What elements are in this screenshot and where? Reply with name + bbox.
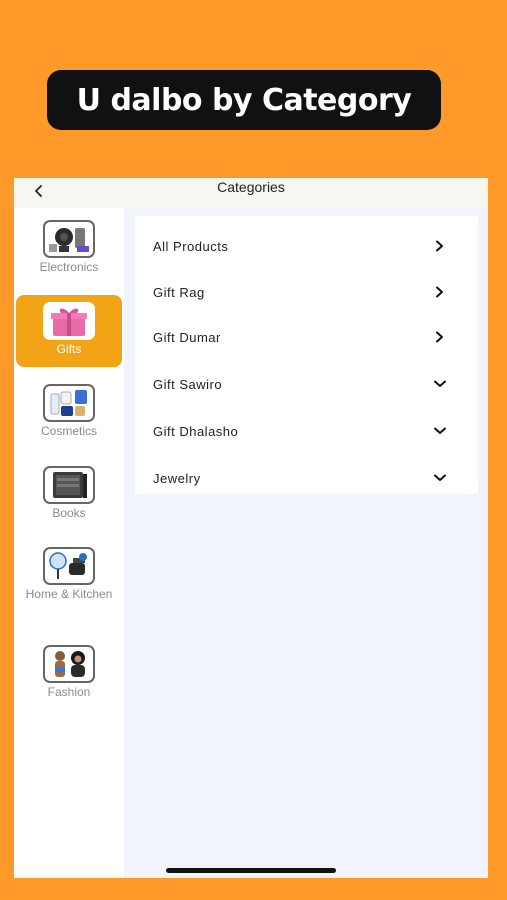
chevron-right-icon [432, 284, 448, 300]
list-item-label: Gift Dhalasho [153, 423, 239, 439]
fashion-icon [43, 645, 95, 683]
sidebar-item-label: Cosmetics [40, 424, 97, 438]
gift-box-icon [43, 302, 95, 340]
chevron-down-icon [432, 376, 448, 392]
list-item-label: Gift Rag [153, 284, 205, 300]
list-item-label: Jewelry [153, 470, 201, 486]
books-icon [43, 466, 95, 504]
sidebar-item-label: Gifts [56, 342, 82, 356]
banner-title: U dalbo by Category [76, 82, 412, 118]
list-item-label: Gift Sawiro [153, 376, 223, 392]
sidebar-item-fashion[interactable]: Fashion [16, 645, 122, 700]
list-item-gift-sawiro[interactable]: Gift Sawiro [135, 369, 478, 399]
category-sidebar: Electronics Gifts Cosmetics Books Home &… [14, 208, 124, 878]
list-item-gift-dhalasho[interactable]: Gift Dhalasho [135, 416, 478, 446]
sidebar-item-home-kitchen[interactable]: Home & Kitchen [16, 547, 122, 602]
list-item-label: Gift Dumar [153, 329, 221, 345]
chevron-down-icon [432, 423, 448, 439]
sidebar-item-cosmetics[interactable]: Cosmetics [16, 384, 122, 439]
title-banner: U dalbo by Category [47, 70, 441, 130]
list-item-jewelry[interactable]: Jewelry [135, 463, 478, 493]
app-screen: Categories Electronics Gifts Cosmetics B… [14, 178, 488, 878]
sidebar-item-label: Electronics [39, 260, 99, 274]
home-kitchen-icon [43, 547, 95, 585]
subcategory-list: All Products Gift Rag Gift Dumar Gift Sa… [135, 216, 478, 494]
sidebar-item-electronics[interactable]: Electronics [16, 220, 122, 275]
chevron-right-icon [432, 329, 448, 345]
home-indicator[interactable] [166, 868, 336, 873]
list-item-gift-dumar[interactable]: Gift Dumar [135, 322, 478, 352]
subcategory-panel: All Products Gift Rag Gift Dumar Gift Sa… [124, 208, 488, 878]
sidebar-item-label: Home & Kitchen [25, 587, 113, 601]
list-item-all-products[interactable]: All Products [135, 231, 478, 261]
page-title: Categories [217, 179, 285, 195]
chevron-right-icon [432, 238, 448, 254]
sidebar-item-label: Books [52, 506, 86, 520]
electronics-icon [43, 220, 95, 258]
cosmetics-icon [43, 384, 95, 422]
sidebar-item-gifts[interactable]: Gifts [16, 295, 122, 367]
list-item-label: All Products [153, 238, 229, 254]
list-item-gift-rag[interactable]: Gift Rag [135, 277, 478, 307]
sidebar-item-label: Fashion [47, 685, 91, 699]
chevron-down-icon [432, 470, 448, 486]
sidebar-item-books[interactable]: Books [16, 466, 122, 521]
top-bar: Categories [14, 178, 488, 208]
